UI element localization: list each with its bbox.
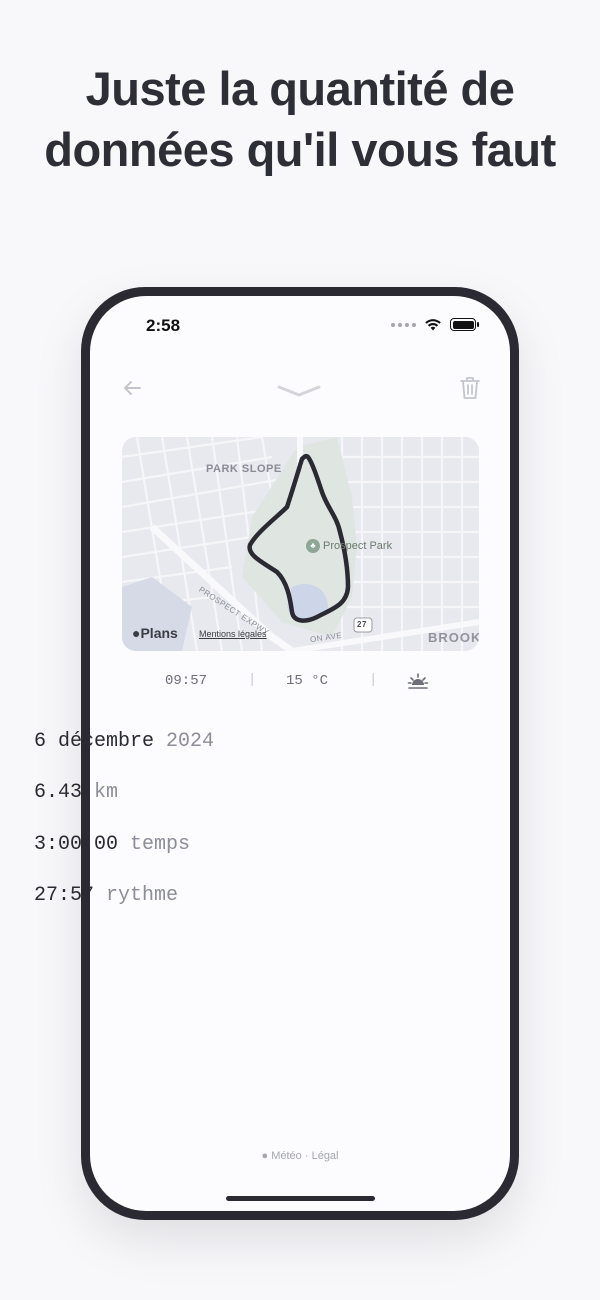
battery-icon <box>450 318 479 331</box>
wifi-icon <box>425 319 441 331</box>
map-label-neighborhood: PARK SLOPE <box>206 463 282 475</box>
run-meta-row: 09:57 | 15 °C | <box>90 670 510 694</box>
distance-unit: km <box>94 781 119 804</box>
trash-icon[interactable] <box>458 375 482 401</box>
route-shield-label: 27 <box>357 620 367 629</box>
footer-links: ● Météo · Légal <box>0 1150 600 1162</box>
maps-logo: ●Plans <box>132 625 178 641</box>
pace-label: rythme <box>106 884 179 907</box>
park-name: Prospect Park <box>323 540 393 552</box>
duration-label: temps <box>130 833 191 856</box>
meta-separator: | <box>369 672 378 688</box>
footer-dot: · <box>304 1150 309 1162</box>
phone-frame: 2:58 PARK SLOPE ♣ Prospect Park PROSPECT… <box>81 287 519 1220</box>
date-value: 6 décembre <box>34 730 155 753</box>
stat-distance: 6.43 km <box>34 781 118 804</box>
apple-logo-icon: ● <box>261 1150 269 1162</box>
tree-pin-icon: ♣ <box>306 539 320 553</box>
headline: Juste la quantité de données qu'il vous … <box>44 62 556 176</box>
legal-link[interactable]: Légal <box>312 1150 339 1162</box>
temperature: 15 °C <box>286 673 329 689</box>
map-background <box>122 437 479 651</box>
distance-value: 6.43 <box>34 781 83 804</box>
chevron-down-icon[interactable] <box>276 382 322 400</box>
status-indicators <box>391 318 479 331</box>
map-legal-link[interactable]: Mentions légales <box>199 629 267 639</box>
route-map[interactable]: PARK SLOPE ♣ Prospect Park PROSPECT EXPW… <box>122 437 479 651</box>
map-label-area: BROOK <box>428 630 479 645</box>
weather-provider-link[interactable]: Météo <box>271 1150 302 1162</box>
date-year: 2024 <box>166 730 215 753</box>
pace-value: 27:57 <box>34 884 95 907</box>
stat-pace: 27:57 rythme <box>34 884 178 907</box>
duration-value: 3:00:00 <box>34 833 119 856</box>
stat-date: 6 décembre 2024 <box>34 730 214 753</box>
meta-separator: | <box>248 672 257 688</box>
back-arrow-icon[interactable] <box>120 376 144 400</box>
phone-screen: 2:58 PARK SLOPE ♣ Prospect Park PROSPECT… <box>90 296 510 1211</box>
status-time: 2:58 <box>146 316 181 335</box>
map-label-park: ♣ Prospect Park <box>306 539 392 553</box>
cellular-signal-icon <box>391 322 416 327</box>
stat-duration: 3:00:00 temps <box>34 833 190 856</box>
sunrise-icon <box>407 673 429 689</box>
home-indicator[interactable] <box>226 1196 375 1201</box>
start-time: 09:57 <box>165 673 208 689</box>
